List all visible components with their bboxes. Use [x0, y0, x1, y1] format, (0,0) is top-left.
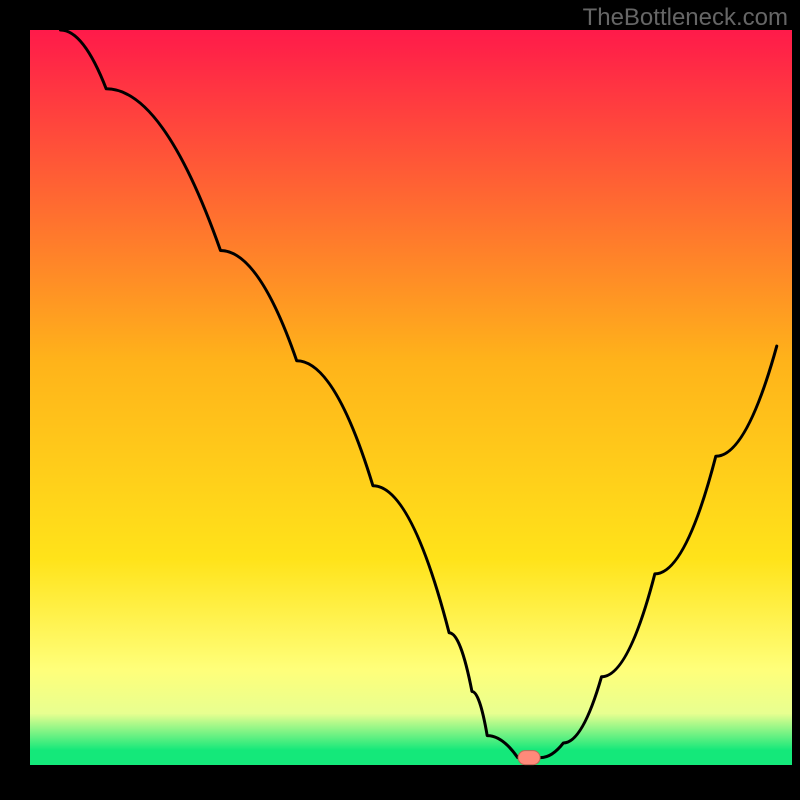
- chart-canvas: TheBottleneck.com: [0, 0, 800, 800]
- plot-background: [30, 30, 792, 765]
- optimum-marker: [518, 751, 540, 765]
- watermark-text: TheBottleneck.com: [583, 4, 788, 32]
- bottleneck-plot-svg: [0, 0, 800, 800]
